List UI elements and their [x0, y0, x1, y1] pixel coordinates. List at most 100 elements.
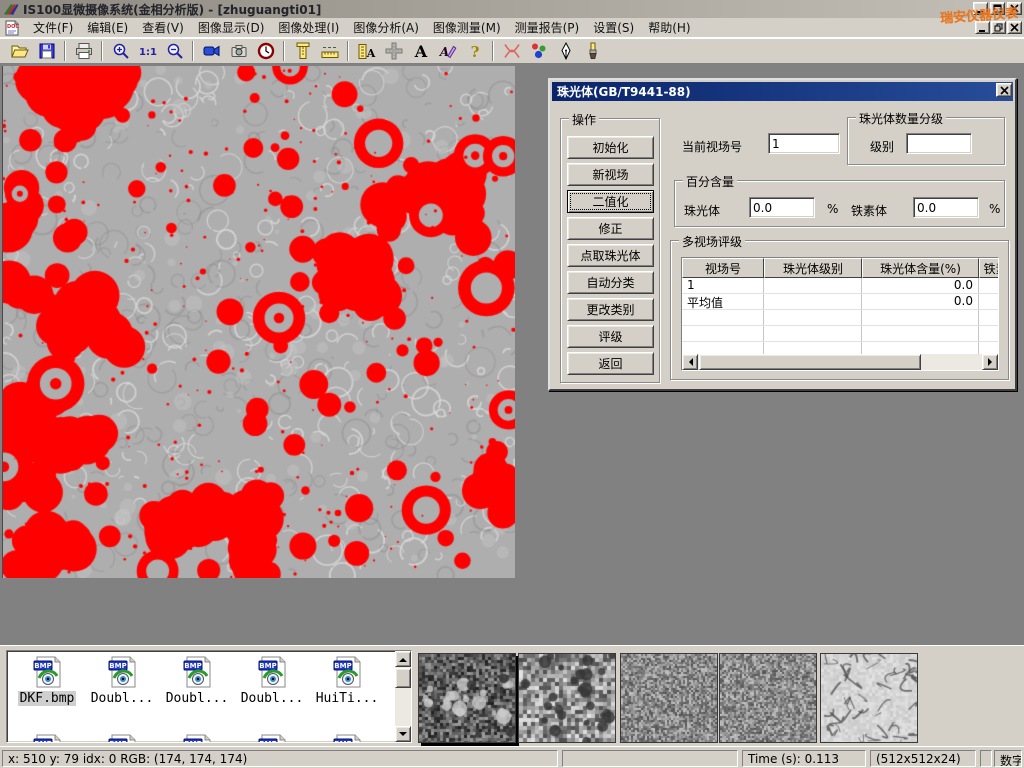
correct-button[interactable]: 修正 [567, 217, 654, 240]
table-h-scrollbar[interactable] [682, 354, 998, 370]
h-scroll-thumb[interactable] [699, 354, 921, 370]
caliper-button[interactable] [289, 40, 316, 63]
level-input[interactable] [906, 133, 972, 154]
text-a-button[interactable]: A [407, 40, 434, 63]
file-item-row2-0[interactable]: BMP [11, 734, 83, 743]
file-item-row2-3[interactable]: BMP [236, 734, 308, 743]
table-cell [764, 294, 862, 309]
mdi-minimize-button[interactable] [975, 21, 990, 34]
dialog-close-button[interactable] [996, 83, 1012, 97]
close-button[interactable] [1007, 2, 1022, 15]
binarize-button[interactable]: 二值化 [567, 190, 654, 213]
clock-button[interactable] [252, 40, 279, 63]
mdi-restore-button[interactable] [991, 21, 1006, 34]
menu-item-3[interactable]: 图像显示(D) [191, 17, 272, 38]
table-row-0[interactable]: 10.0 [682, 278, 998, 294]
particles-icon [529, 41, 549, 61]
file-item-Doubl---[interactable]: BMPDoubl... [236, 656, 308, 706]
table-cell [979, 310, 999, 325]
table-header-2[interactable]: 珠光体含量(%) [862, 258, 979, 278]
file-item-row2-1[interactable]: BMP [86, 734, 158, 743]
video-camera-button[interactable] [198, 40, 225, 63]
curve-button[interactable] [498, 40, 525, 63]
file-label: Doubl... [239, 691, 306, 706]
ferrite-input[interactable] [913, 197, 979, 218]
file-item-Doubl---[interactable]: BMPDoubl... [86, 656, 158, 706]
initialize-button[interactable]: 初始化 [567, 136, 654, 159]
thumbnail-5[interactable] [820, 653, 918, 743]
menu-item-0[interactable]: 文件(F) [26, 17, 80, 38]
table-row-2[interactable] [682, 310, 998, 326]
menu-item-2[interactable]: 查看(V) [135, 17, 191, 38]
thumbnail-3[interactable] [620, 653, 718, 743]
brush-button[interactable] [579, 40, 606, 63]
maximize-button[interactable] [990, 2, 1005, 15]
return-button[interactable]: 返回 [567, 352, 654, 375]
open-button[interactable] [6, 40, 33, 63]
file-item-HuiTi---[interactable]: BMPHuiTi... [311, 656, 383, 706]
file-item-row2-2[interactable]: BMP [161, 734, 233, 743]
v-scroll-thumb[interactable] [395, 668, 411, 688]
auto-classify-button[interactable]: 自动分类 [567, 271, 654, 294]
new-field-button[interactable]: 新视场 [567, 163, 654, 186]
particles-button[interactable] [525, 40, 552, 63]
rating-table[interactable]: 视场号珠光体级别珠光体含量(%)铁素体含量(%) 10.0平均值0.0 [681, 257, 999, 371]
micrograph-image[interactable] [3, 66, 515, 578]
annotate-button[interactable]: A [434, 40, 461, 63]
pen-button[interactable] [552, 40, 579, 63]
menu-item-1[interactable]: 编辑(E) [80, 17, 135, 38]
table-header-3[interactable]: 铁素体含量(%) [979, 258, 999, 278]
measure-text-button[interactable]: A [353, 40, 380, 63]
table-cell [682, 310, 764, 325]
table-row-3[interactable] [682, 326, 998, 342]
zoom-out-button[interactable] [161, 40, 188, 63]
video-camera-icon [202, 41, 222, 61]
menu-item-8[interactable]: 设置(S) [586, 17, 641, 38]
pick-pearlite-button[interactable]: 点取珠光体 [567, 244, 654, 267]
zoom-in-button[interactable] [107, 40, 134, 63]
grade-button[interactable]: 评级 [567, 325, 654, 348]
file-item-DKF-bmp[interactable]: BMPDKF.bmp [11, 656, 83, 706]
change-class-button[interactable]: 更改类别 [567, 298, 654, 321]
camera-button[interactable] [225, 40, 252, 63]
actual-size-button[interactable]: 1:1 [134, 40, 161, 63]
bmp-file-icon: BMP [106, 734, 138, 743]
dialog-title: 珠光体(GB/T9441-88) [557, 83, 691, 100]
camera-icon [229, 41, 249, 61]
scroll-up-button[interactable] [395, 651, 411, 667]
file-item-Doubl---[interactable]: BMPDoubl... [161, 656, 233, 706]
dialog-title-bar[interactable]: 珠光体(GB/T9441-88) [552, 82, 1013, 101]
grid-cross-button[interactable] [380, 40, 407, 63]
table-header-0[interactable]: 视场号 [682, 258, 764, 278]
scroll-down-button[interactable] [395, 726, 411, 742]
pearlite-input[interactable] [749, 197, 815, 218]
minimize-button[interactable] [973, 2, 988, 15]
help-button[interactable]: ? [461, 40, 488, 63]
scroll-right-button[interactable] [982, 354, 998, 370]
pearlite-label: 珠光体 [684, 202, 720, 219]
bmp-file-icon: BMP [106, 656, 138, 688]
thumbnail-2[interactable] [518, 653, 616, 743]
thumbnail-4[interactable] [719, 653, 817, 743]
mdi-close-button[interactable] [1007, 21, 1022, 34]
menu-item-4[interactable]: 图像处理(I) [271, 17, 346, 38]
document-icon[interactable]: DOC [4, 20, 20, 36]
thumbnail-1[interactable] [418, 653, 516, 743]
ruler-button[interactable] [316, 40, 343, 63]
current-field-input[interactable] [768, 133, 840, 154]
table-cell: 平均值 [682, 294, 764, 309]
file-item-row2-4[interactable]: BMP [311, 734, 383, 743]
file-list[interactable]: BMPDKF.bmpBMPDoubl...BMPDoubl...BMPDoubl… [6, 650, 412, 743]
save-button[interactable] [33, 40, 60, 63]
table-header-1[interactable]: 珠光体级别 [764, 258, 862, 278]
menu-item-9[interactable]: 帮助(H) [641, 17, 697, 38]
menu-item-6[interactable]: 图像测量(M) [426, 17, 508, 38]
table-row-1[interactable]: 平均值0.0 [682, 294, 998, 310]
file-list-scrollbar[interactable] [395, 651, 411, 742]
menu-item-7[interactable]: 测量报告(P) [508, 17, 587, 38]
scroll-left-button[interactable] [682, 354, 698, 370]
svg-text:1:1: 1:1 [139, 47, 157, 58]
percent-group-label: 百分含量 [683, 173, 737, 190]
print-button[interactable] [70, 40, 97, 63]
menu-item-5[interactable]: 图像分析(A) [346, 17, 426, 38]
